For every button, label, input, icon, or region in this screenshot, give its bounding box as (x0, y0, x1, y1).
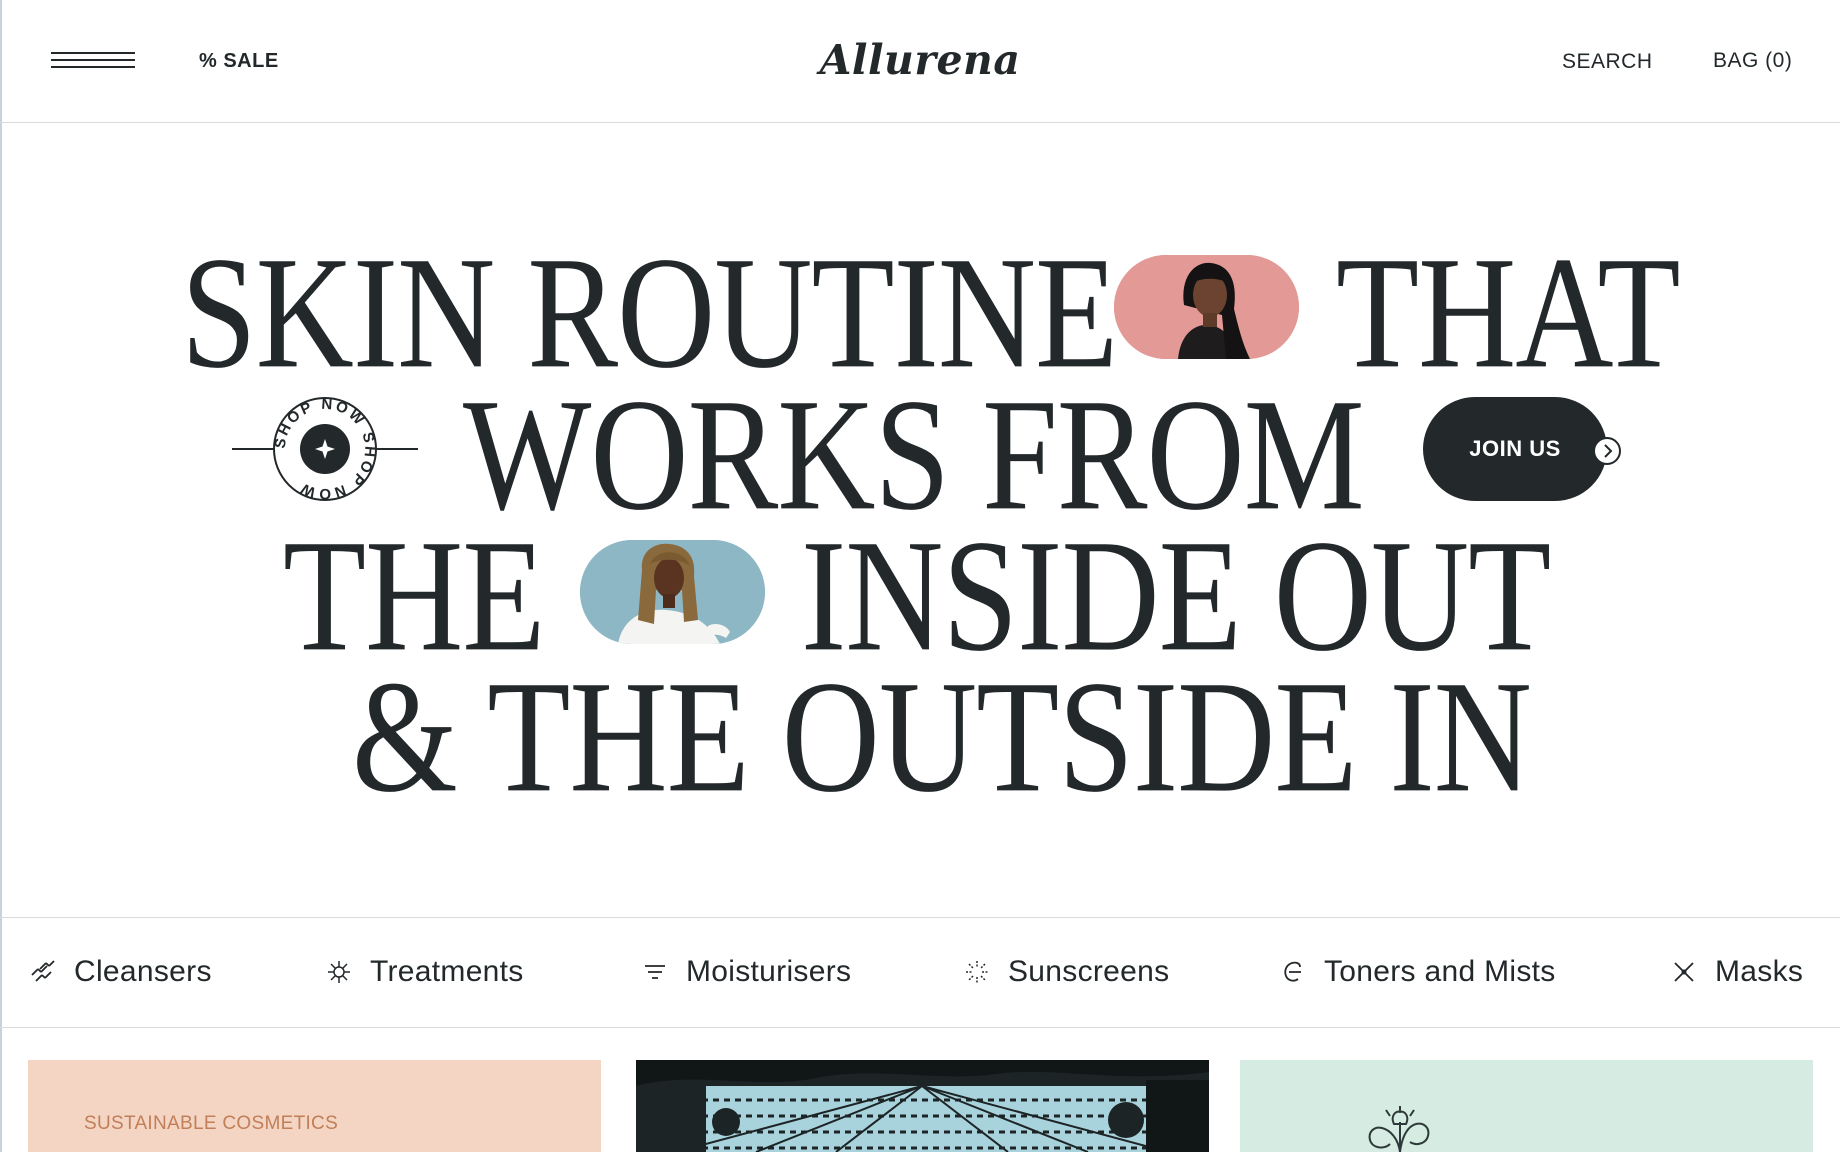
cross-star-icon (1674, 962, 1694, 982)
sparkle-icon (328, 961, 350, 983)
site-header: % SALE Allurena SEARCH BAG (0) (0, 0, 1840, 123)
category-moisturisers[interactable]: Moisturisers (642, 952, 851, 992)
feature-card-garden-illustration[interactable] (636, 1060, 1209, 1152)
hero-portrait-photo-pink (1114, 255, 1299, 359)
category-treatments[interactable]: Treatments (326, 952, 524, 992)
category-label: Treatments (370, 955, 524, 988)
category-toners-and-mists[interactable]: Toners and Mists (1280, 952, 1556, 992)
category-label: Moisturisers (686, 955, 852, 988)
feature-card-botanical[interactable] (1240, 1060, 1813, 1152)
category-sunscreens[interactable]: Sunscreens (964, 952, 1169, 992)
flower-illustration-icon (1240, 1060, 1813, 1152)
search-link[interactable]: SEARCH (1562, 50, 1653, 74)
category-label: Cleansers (74, 955, 212, 988)
sunburst-icon (966, 961, 988, 983)
join-us-button[interactable]: JOIN US (1423, 397, 1607, 501)
category-label: Masks (1715, 955, 1804, 988)
category-cleansers[interactable]: Cleansers (30, 952, 212, 992)
filter-lines-icon (645, 965, 665, 979)
card-label: SUSTAINABLE COSMETICS (84, 1113, 339, 1134)
category-label: Toners and Mists (1324, 955, 1556, 988)
shop-now-badge[interactable]: SHOP NOW SHOP NOW (232, 395, 418, 503)
category-nav: Cleansers Treatments Moisturisers Sunscr… (0, 917, 1840, 1028)
category-label: Sunscreens (1008, 955, 1170, 988)
swirl-icon (1284, 961, 1301, 982)
feature-card-sustainable[interactable]: SUSTAINABLE COSMETICS (28, 1060, 601, 1152)
garden-illustration-image (636, 1060, 1209, 1152)
portrait-image-woman-blue (580, 540, 765, 644)
category-masks[interactable]: Masks (1671, 952, 1803, 992)
hero-portrait-photo-blue (580, 540, 765, 644)
hero-headline-line1-end: THAT (1336, 224, 1681, 402)
arrow-right-icon[interactable] (1593, 437, 1621, 465)
bag-link[interactable]: BAG (0) (1713, 49, 1792, 73)
portrait-image-woman-pink (1114, 255, 1299, 359)
waves-icon (31, 960, 55, 982)
hero-headline-line4: & THE OUTSIDE IN (352, 648, 1532, 826)
